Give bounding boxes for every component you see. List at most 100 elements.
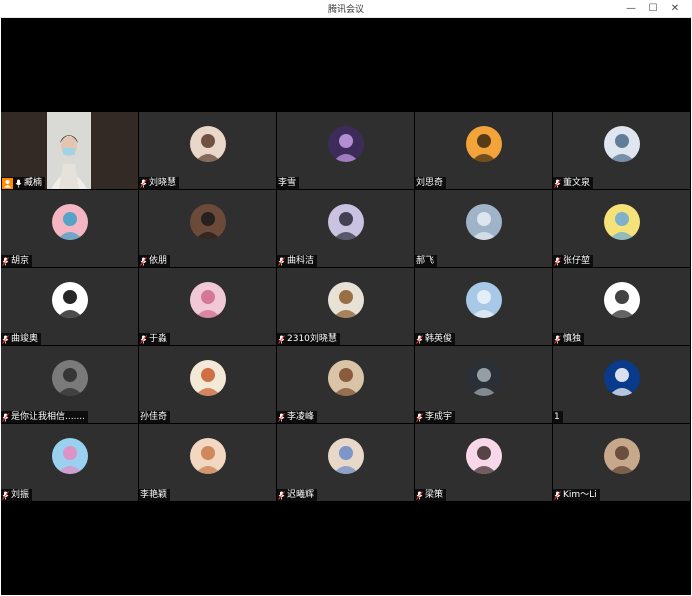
mic-muted-icon [278, 256, 285, 266]
participant-name: 刘振 [11, 490, 30, 500]
participant-tile[interactable]: 韩英俊 [415, 268, 552, 345]
participant-name: 是你让我相信....... [11, 412, 86, 422]
close-button[interactable]: ✕ [664, 0, 686, 17]
participant-tile[interactable]: 于淼 [139, 268, 276, 345]
participant-tile[interactable]: 张仔堃 [553, 190, 690, 267]
participant-label: Kim～Li [553, 489, 600, 501]
participant-tile[interactable]: 李艳颖 [139, 424, 276, 501]
participant-avatar [465, 281, 502, 318]
participant-avatar [189, 203, 226, 240]
meeting-stage: 臧楠 刘晓慧 李雪 刘思奇 董文泉胡京 依朋 曲科洁 郝飞 张仔堃曲竣奥 于淼 2310刘晓慧 韩英俊… [1, 18, 691, 595]
participant-name: 刘思奇 [416, 178, 444, 188]
participant-label: 董文泉 [553, 177, 594, 189]
participant-name: 臧楠 [24, 178, 43, 188]
title-bar: 腾讯会议 — ☐ ✕ [0, 0, 692, 18]
maximize-button[interactable]: ☐ [642, 0, 664, 17]
participant-label: 是你让我相信....... [1, 411, 89, 423]
participant-avatar [189, 281, 226, 318]
participant-tile[interactable]: 臧楠 [1, 112, 138, 189]
mic-muted-icon [554, 334, 561, 344]
participant-tile[interactable]: 刘思奇 [415, 112, 552, 189]
participant-video [47, 112, 91, 189]
participant-label: 于淼 [139, 333, 171, 345]
participant-label: 依朋 [139, 255, 171, 267]
participant-name: 胡京 [11, 256, 30, 266]
participant-label: 李雪 [277, 177, 300, 189]
participant-avatar [603, 203, 640, 240]
participant-name: 张仔堃 [563, 256, 591, 266]
participant-name: 曲科洁 [287, 256, 315, 266]
participant-label: 韩英俊 [415, 333, 456, 345]
mic-muted-icon [140, 178, 147, 188]
mic-muted-icon [554, 178, 561, 188]
participant-avatar [465, 125, 502, 162]
participant-avatar [327, 125, 364, 162]
participant-name: 2310刘晓慧 [287, 334, 337, 344]
participant-name: 1 [554, 412, 560, 422]
mic-muted-icon [2, 490, 9, 500]
participant-label: 迟曦辉 [277, 489, 318, 501]
window-title: 腾讯会议 [327, 5, 364, 15]
participant-name: 刘晓慧 [149, 178, 177, 188]
participant-tile[interactable]: 梁策 [415, 424, 552, 501]
participant-tile[interactable]: 李凌峰 [277, 346, 414, 423]
mic-muted-icon [416, 334, 423, 344]
participant-label: 李凌峰 [277, 411, 318, 423]
participant-avatar [189, 359, 226, 396]
participant-avatar [603, 281, 640, 318]
mic-muted-icon [554, 256, 561, 266]
participant-tile[interactable]: 1 [553, 346, 690, 423]
participant-tile[interactable]: 曲科洁 [277, 190, 414, 267]
participant-tile[interactable]: 2310刘晓慧 [277, 268, 414, 345]
participant-tile[interactable]: 曲竣奥 [1, 268, 138, 345]
mic-muted-icon [554, 490, 561, 500]
participant-tile[interactable]: 依朋 [139, 190, 276, 267]
participant-avatar [603, 125, 640, 162]
participant-avatar [327, 437, 364, 474]
mic-muted-icon [278, 490, 285, 500]
participant-avatar [603, 437, 640, 474]
participant-label: 孙佳奇 [139, 411, 171, 423]
participant-avatar [51, 281, 88, 318]
mic-muted-icon [416, 490, 423, 500]
participant-tile[interactable]: 胡京 [1, 190, 138, 267]
participant-tile[interactable]: 慎独 [553, 268, 690, 345]
participant-tile[interactable]: 迟曦辉 [277, 424, 414, 501]
participant-avatar [465, 203, 502, 240]
mic-muted-icon [140, 334, 147, 344]
participant-name: 于淼 [149, 334, 168, 344]
participant-label: 曲科洁 [277, 255, 318, 267]
participant-label: 李成宇 [415, 411, 456, 423]
participant-name: 李成宇 [425, 412, 453, 422]
participant-label: 1 [553, 411, 563, 423]
participant-tile[interactable]: 郝飞 [415, 190, 552, 267]
mic-muted-icon [2, 334, 9, 344]
participant-name: 孙佳奇 [140, 412, 168, 422]
participant-tile[interactable]: 是你让我相信....... [1, 346, 138, 423]
participant-tile[interactable]: 李雪 [277, 112, 414, 189]
participant-avatar [327, 281, 364, 318]
participant-label: 臧楠 [1, 177, 46, 189]
participant-tile[interactable]: 董文泉 [553, 112, 690, 189]
participant-tile[interactable]: 孙佳奇 [139, 346, 276, 423]
participant-avatar [189, 437, 226, 474]
participant-name: 李艳颖 [140, 490, 168, 500]
participant-avatar [51, 437, 88, 474]
participant-name: Kim～Li [563, 490, 597, 500]
mic-muted-icon [416, 412, 423, 422]
participant-label: 郝飞 [415, 255, 438, 267]
host-icon [2, 177, 13, 189]
minimize-button[interactable]: — [620, 0, 642, 17]
mic-muted-icon [278, 334, 285, 344]
participant-name: 梁策 [425, 490, 444, 500]
participant-grid: 臧楠 刘晓慧 李雪 刘思奇 董文泉胡京 依朋 曲科洁 郝飞 张仔堃曲竣奥 于淼 2310刘晓慧 韩英俊… [1, 112, 691, 501]
participant-name: 曲竣奥 [11, 334, 39, 344]
participant-label: 胡京 [1, 255, 33, 267]
participant-tile[interactable]: 李成宇 [415, 346, 552, 423]
participant-label: 曲竣奥 [1, 333, 42, 345]
participant-tile[interactable]: 刘振 [1, 424, 138, 501]
participant-tile[interactable]: 刘晓慧 [139, 112, 276, 189]
mic-muted-icon [140, 256, 147, 266]
participant-tile[interactable]: Kim～Li [553, 424, 690, 501]
participant-avatar [603, 359, 640, 396]
